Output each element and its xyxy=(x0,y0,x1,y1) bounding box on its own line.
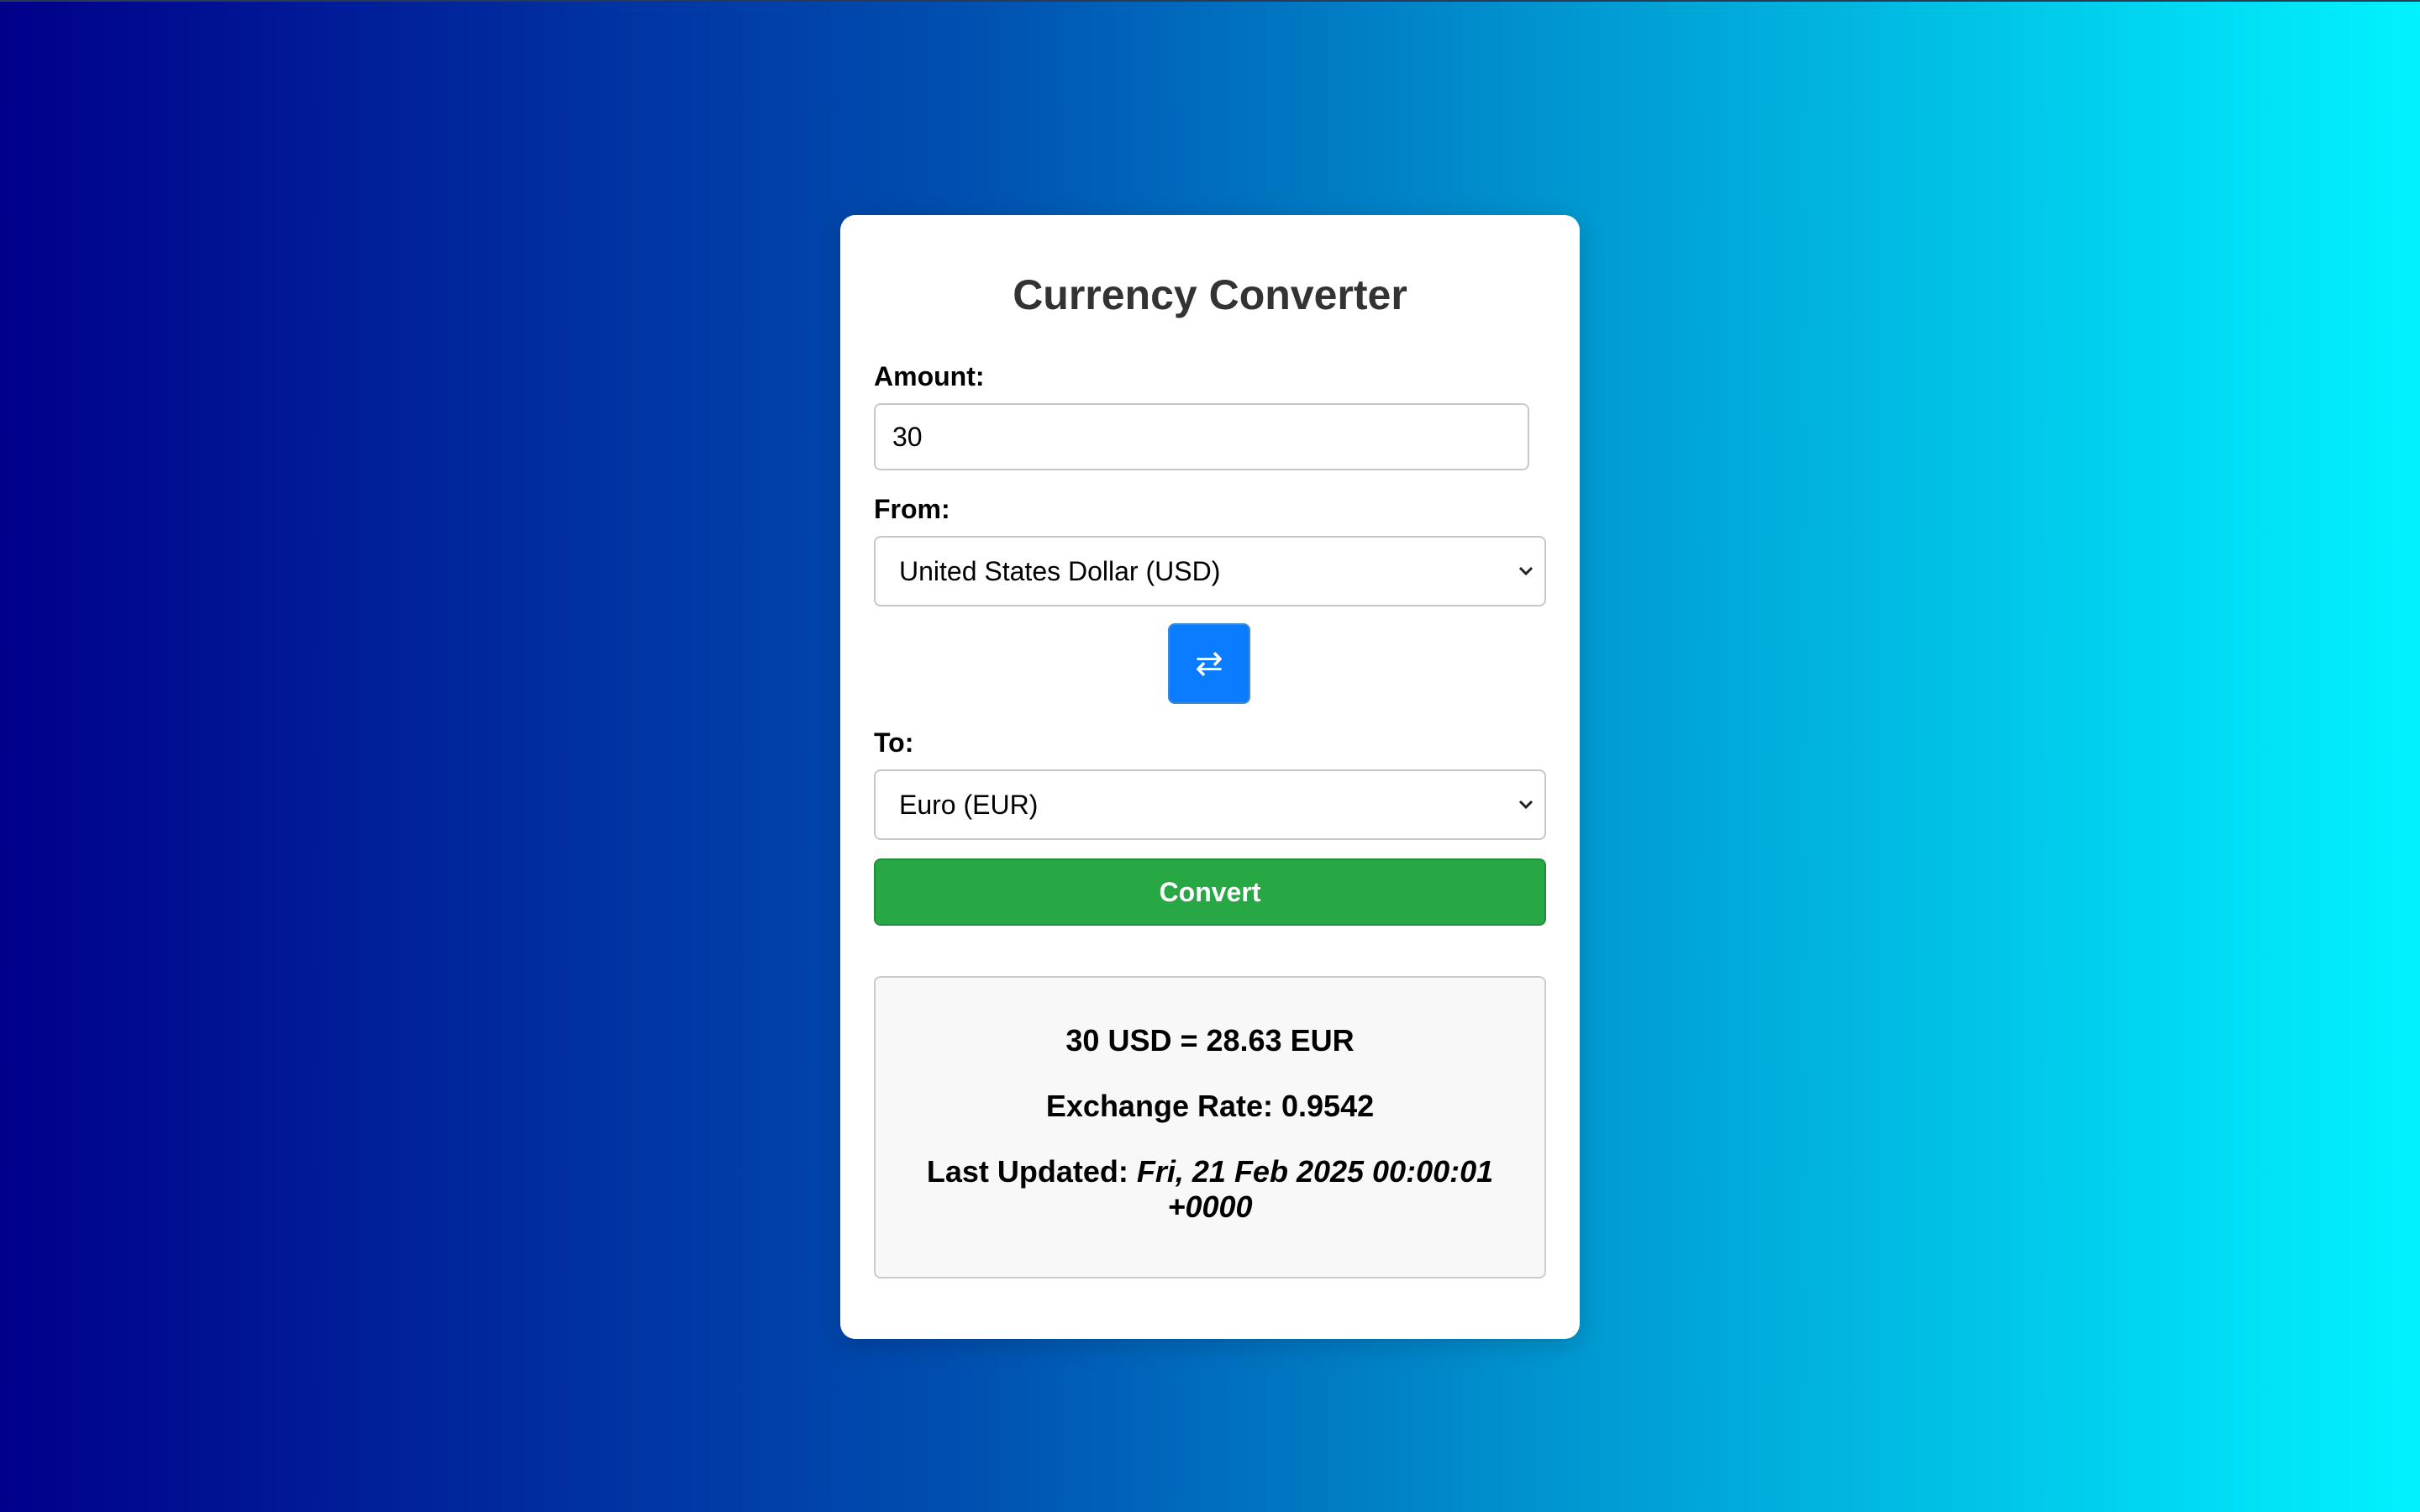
exchange-rate: Exchange Rate: 0.9542 xyxy=(909,1089,1511,1124)
amount-input[interactable] xyxy=(874,403,1529,470)
page-title: Currency Converter xyxy=(1013,271,1407,318)
convert-button[interactable]: Convert xyxy=(874,858,1546,926)
from-currency-select[interactable]: United States Dollar (USD) xyxy=(874,536,1546,606)
amount-label: Amount: xyxy=(874,361,985,391)
last-updated-label: Last Updated: xyxy=(926,1154,1128,1189)
to-currency-select[interactable]: Euro (EUR) xyxy=(874,769,1546,840)
to-currency-value: Euro (EUR) xyxy=(899,790,1039,820)
to-label: To: xyxy=(874,727,914,758)
last-updated: Last Updated: Fri, 21 Feb 2025 00:00:01 … xyxy=(909,1154,1511,1225)
swap-currencies-button[interactable]: ⇄ xyxy=(1168,623,1250,704)
result-panel: 30 USD = 28.63 EUR Exchange Rate: 0.9542… xyxy=(874,976,1546,1278)
exchange-rate-value: 0.9542 xyxy=(1281,1089,1375,1123)
exchange-rate-label: Exchange Rate: xyxy=(1045,1089,1273,1123)
last-updated-value: Fri, 21 Feb 2025 00:00:01 +0000 xyxy=(1136,1154,1494,1224)
swap-arrows-icon: ⇄ xyxy=(1195,645,1223,682)
chevron-down-icon xyxy=(1516,538,1536,605)
chevron-down-icon xyxy=(1516,771,1536,838)
from-label: From: xyxy=(874,494,950,524)
window-top-edge xyxy=(0,0,2420,2)
converter-card: Currency Converter Amount: From: United … xyxy=(840,215,1580,1339)
from-currency-value: United States Dollar (USD) xyxy=(899,556,1221,586)
conversion-result: 30 USD = 28.63 EUR xyxy=(1065,1023,1355,1058)
